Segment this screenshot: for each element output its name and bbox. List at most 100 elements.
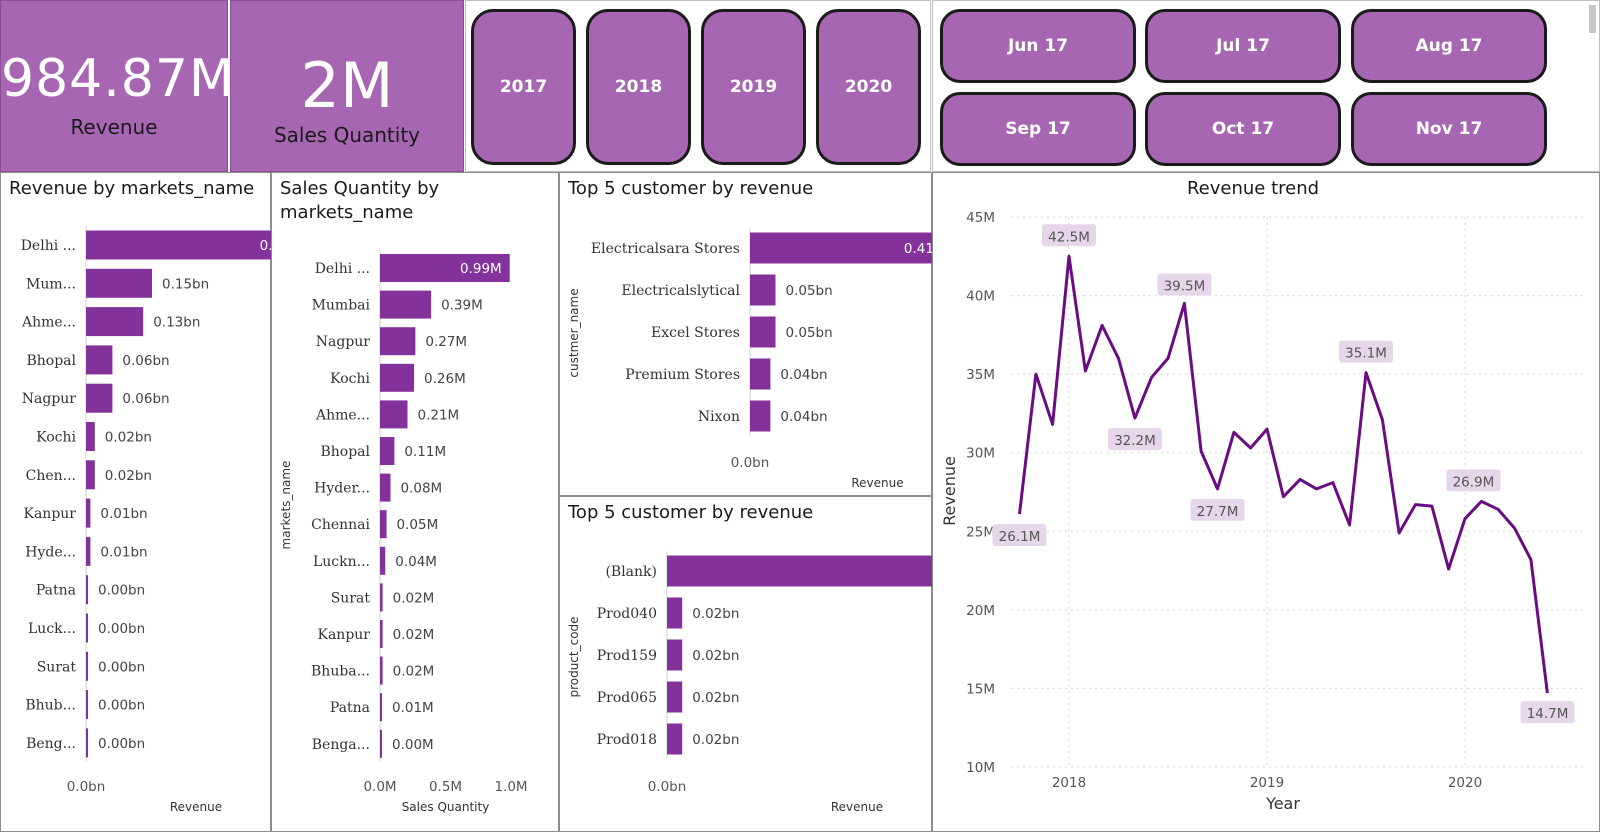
month-slicer-scrollbar[interactable] <box>1589 5 1596 33</box>
data-label: 0.26M <box>424 371 466 387</box>
bar <box>86 422 95 451</box>
data-label: 0.02bn <box>692 606 739 622</box>
category-label: Hyde... <box>25 544 76 560</box>
bar <box>750 400 771 432</box>
year-button-2017[interactable]: 2017 <box>471 9 576 165</box>
bar <box>750 358 771 390</box>
data-label: 0.02bn <box>692 732 739 748</box>
data-label: 0.02M <box>393 590 435 606</box>
data-label: 0.99M <box>460 261 502 277</box>
data-label: 0.39M <box>441 298 483 314</box>
data-label: 0.05M <box>397 517 439 533</box>
category-label: Beng... <box>26 736 76 752</box>
data-label: 42.5M <box>1048 229 1090 245</box>
category-label: Mum... <box>26 276 76 292</box>
y-axis-title: Revenue <box>940 456 959 526</box>
bar <box>86 230 272 260</box>
month-button-sep-17[interactable]: Sep 17 <box>940 92 1136 166</box>
category-label: Kanpur <box>318 627 371 643</box>
category-label: Nagpur <box>22 391 77 407</box>
month-button-aug-17[interactable]: Aug 17 <box>1351 9 1547 83</box>
bar <box>380 473 391 502</box>
x-tick-label: 2020 <box>1448 775 1482 791</box>
data-label: 0.00bn <box>98 736 145 752</box>
revenue-card: 984.87M Revenue <box>0 0 234 172</box>
bar <box>380 656 383 685</box>
category-label: Kanpur <box>24 506 77 522</box>
bar <box>667 723 683 755</box>
data-label: 0.00bn <box>98 659 145 675</box>
data-label: 0.02bn <box>105 430 152 446</box>
category-label: Bhopal <box>26 353 76 369</box>
data-label: 0.01bn <box>100 506 147 522</box>
month-button-jun-17[interactable]: Jun 17 <box>940 9 1136 83</box>
data-label: 26.9M <box>1453 474 1495 490</box>
top-products-panel: Top 5 customer by revenue (Blank)0.47bnP… <box>559 496 933 832</box>
bar <box>380 729 382 758</box>
data-label: 32.2M <box>1114 433 1156 449</box>
bar <box>86 728 88 758</box>
bar <box>667 639 683 671</box>
x-axis-title: Revenue <box>831 800 883 814</box>
bar <box>750 316 776 348</box>
data-label: 0.08M <box>400 481 442 497</box>
sales-quantity-label: Sales Quantity <box>273 123 420 147</box>
bar <box>380 620 383 648</box>
category-label: Luck... <box>28 621 76 637</box>
bar <box>380 546 386 575</box>
category-label: Benga... <box>312 737 370 753</box>
month-button-jul-17[interactable]: Jul 17 <box>1145 9 1341 83</box>
category-label: Luckn... <box>313 554 370 570</box>
month-button-nov-17[interactable]: Nov 17 <box>1351 92 1547 166</box>
data-label: 0.00bn <box>98 583 145 599</box>
data-label: 0.01M <box>392 700 434 716</box>
bar <box>667 555 933 587</box>
bar <box>86 268 152 298</box>
data-label: 35.1M <box>1345 346 1387 362</box>
year-slicer: 2017 2018 2019 2020 <box>465 0 931 172</box>
category-label: Nagpur <box>316 334 371 350</box>
x-tick-label: 0.5M <box>429 779 462 795</box>
x-axis-title: Year <box>1265 794 1300 813</box>
y-tick-label: 20M <box>966 603 995 619</box>
data-label: 0.00bn <box>98 698 145 714</box>
x-tick-label: 0.0bn <box>731 455 770 471</box>
y-tick-label: 15M <box>966 681 995 697</box>
bar <box>380 327 416 356</box>
y-tick-label: 35M <box>966 367 995 383</box>
category-label: Bhuba... <box>311 664 370 680</box>
revenue-by-market-chart: Delhi ...0.52bnMum...0.15bnAhme...0.13bn… <box>21 226 272 814</box>
y-axis-title: product_code <box>567 616 581 697</box>
bar <box>380 693 382 722</box>
year-button-2018[interactable]: 2018 <box>586 9 691 165</box>
category-label: Mumbai <box>312 298 371 314</box>
revenue-label: Revenue <box>70 115 158 139</box>
category-label: Electricalsara Stores <box>591 241 740 257</box>
category-label: Patna <box>330 700 370 716</box>
data-label: 0.02M <box>393 627 435 643</box>
data-label: 0.02M <box>393 664 435 680</box>
sales-quantity-card: 2M Sales Quantity <box>230 0 464 172</box>
x-axis-title: Revenue <box>170 800 222 814</box>
bar <box>380 363 415 392</box>
data-label: 0.02bn <box>692 648 739 664</box>
x-tick-label: 2019 <box>1250 775 1284 791</box>
category-label: Prod018 <box>597 732 657 748</box>
data-label: 39.5M <box>1164 278 1206 294</box>
data-label: 0.04bn <box>780 409 827 425</box>
year-button-2020[interactable]: 2020 <box>816 9 921 165</box>
category-label: Hyder... <box>314 481 370 497</box>
month-button-oct-17[interactable]: Oct 17 <box>1145 92 1341 166</box>
revenue-trend-panel: Revenue trend 10M 15M 20M 25M 30M 35M 40M 45M 20… <box>932 172 1600 832</box>
bar <box>86 307 144 337</box>
category-label: Ahme... <box>21 315 76 331</box>
data-label: 0.04bn <box>780 367 827 383</box>
category-label: (Blank) <box>605 564 657 580</box>
y-axis-title: markets_name <box>279 461 293 550</box>
bar <box>86 498 91 528</box>
year-button-2019[interactable]: 2019 <box>701 9 806 165</box>
data-label: 0.27M <box>425 334 467 350</box>
bar <box>86 536 91 566</box>
bar <box>86 345 113 375</box>
y-tick-label: 30M <box>966 446 995 462</box>
